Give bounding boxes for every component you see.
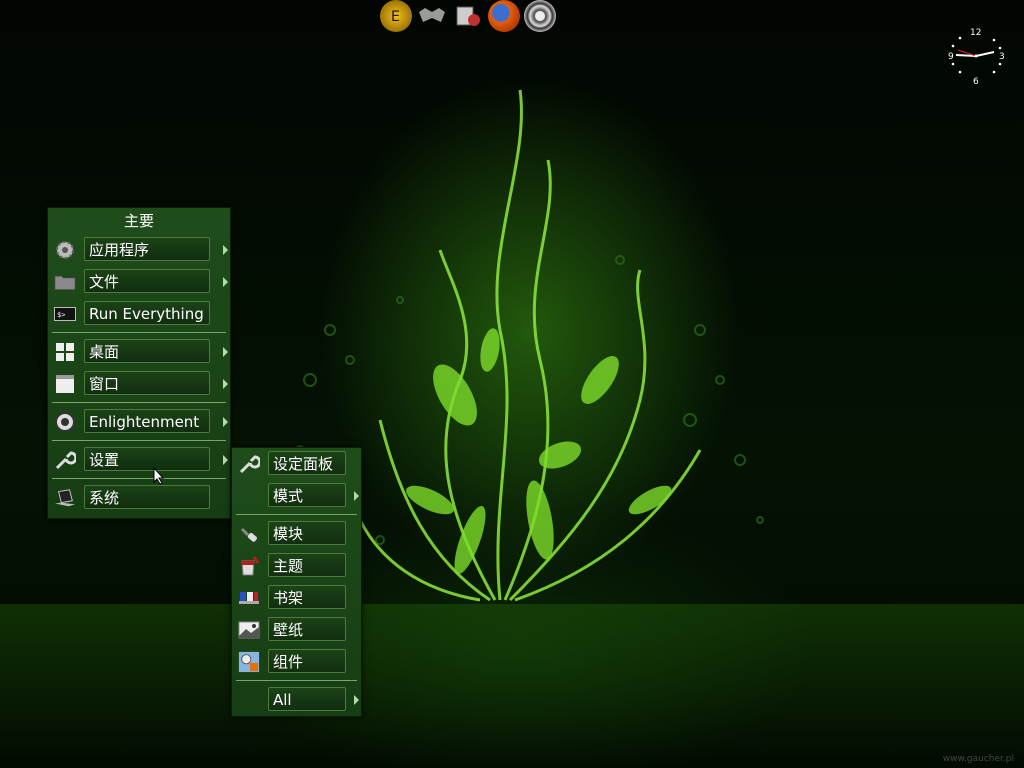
enlightenment-launcher-icon[interactable]: E bbox=[380, 0, 412, 32]
laptop-icon bbox=[54, 488, 76, 508]
menu-item-run-everything[interactable]: $> Run Everything bbox=[48, 298, 230, 330]
menu-item-label: 模式 bbox=[268, 483, 346, 507]
menu-item-label: 壁纸 bbox=[268, 617, 346, 641]
menu-item-themes[interactable]: 主题 bbox=[232, 550, 361, 582]
menu-item-label: All bbox=[268, 687, 346, 711]
menu-item-shelves[interactable]: 书架 bbox=[232, 582, 361, 614]
menu-item-label: 设定面板 bbox=[268, 451, 346, 475]
gadgets-icon bbox=[238, 651, 260, 673]
menu-item-label: Run Everything bbox=[84, 301, 210, 325]
menu-item-label: 主题 bbox=[268, 553, 346, 577]
menu-item-label: 组件 bbox=[268, 649, 346, 673]
menu-item-applications[interactable]: 应用程序 bbox=[48, 234, 230, 266]
menu-item-label: 应用程序 bbox=[84, 237, 210, 261]
wrench-icon bbox=[238, 454, 260, 474]
menu-item-wallpaper[interactable]: 壁纸 bbox=[232, 614, 361, 646]
menu-item-windows[interactable]: 窗口 bbox=[48, 368, 230, 400]
bat-launcher-icon[interactable] bbox=[416, 0, 448, 32]
menu-item-settings[interactable]: 设置 bbox=[48, 444, 230, 476]
analog-clock: 12 3 6 9 bbox=[948, 28, 1005, 84]
menu-item-profiles[interactable]: 模式 bbox=[232, 480, 361, 512]
firefox-launcher-icon[interactable] bbox=[488, 0, 520, 32]
menu-item-label: 系统 bbox=[84, 485, 210, 509]
submenu-arrow-icon bbox=[223, 379, 228, 389]
menu-item-label: 窗口 bbox=[84, 371, 210, 395]
menu-item-enlightenment[interactable]: Enlightenment bbox=[48, 406, 230, 438]
submenu-arrow-icon bbox=[223, 417, 228, 427]
window-icon bbox=[54, 374, 76, 394]
desktop-grid-icon bbox=[54, 342, 76, 362]
mouse-cursor-icon bbox=[153, 467, 165, 485]
wrench-icon bbox=[54, 450, 76, 470]
menu-item-label: 桌面 bbox=[84, 339, 210, 363]
clock-numeral-6: 6 bbox=[973, 77, 979, 84]
menu-item-label: Enlightenment bbox=[84, 409, 210, 433]
clock-numeral-12: 12 bbox=[970, 28, 981, 38]
submenu-arrow-icon bbox=[223, 245, 228, 255]
clock-numeral-3: 3 bbox=[999, 52, 1005, 62]
terminal-icon: $> bbox=[54, 304, 76, 324]
folder-icon bbox=[54, 272, 76, 292]
menu-item-files[interactable]: 文件 bbox=[48, 266, 230, 298]
gear-icon bbox=[54, 240, 76, 260]
menu-item-all[interactable]: All bbox=[232, 684, 361, 716]
menu-item-label: 模块 bbox=[268, 521, 346, 545]
menu-item-modules[interactable]: 模块 bbox=[232, 518, 361, 550]
menu-item-label: 设置 bbox=[84, 447, 210, 471]
svg-text:$>: $> bbox=[57, 311, 65, 319]
clock-numeral-9: 9 bbox=[948, 52, 954, 62]
menu-item-label: 文件 bbox=[84, 269, 210, 293]
settings-submenu: 设定面板 模式 模块 主题 书架 壁纸 组件 All bbox=[231, 447, 362, 717]
submenu-arrow-icon bbox=[354, 695, 359, 705]
plug-icon bbox=[238, 524, 260, 544]
main-menu: 主要 应用程序 文件 $> Run Everything 桌面 窗口 Enlig… bbox=[47, 207, 231, 519]
submenu-arrow-icon bbox=[223, 277, 228, 287]
submenu-arrow-icon bbox=[223, 347, 228, 357]
submenu-arrow-icon bbox=[223, 455, 228, 465]
shelf-icon bbox=[238, 588, 260, 608]
svg-text:E: E bbox=[391, 9, 400, 25]
menu-item-system[interactable]: 系统 bbox=[48, 482, 230, 514]
menu-item-label: 书架 bbox=[268, 585, 346, 609]
top-shelf: E bbox=[380, 0, 556, 34]
menu-item-gadgets[interactable]: 组件 bbox=[232, 646, 361, 678]
paint-bucket-icon bbox=[238, 556, 260, 576]
submenu-arrow-icon bbox=[354, 491, 359, 501]
main-menu-title: 主要 bbox=[123, 212, 154, 230]
enlightenment-icon bbox=[54, 412, 76, 432]
menu-item-settings-panel[interactable]: 设定面板 bbox=[232, 448, 361, 480]
power-launcher-icon[interactable] bbox=[524, 0, 556, 32]
file-manager-launcher-icon[interactable] bbox=[452, 0, 484, 32]
watermark-text: www.gaucher.pl bbox=[942, 754, 1014, 764]
menu-item-desktop[interactable]: 桌面 bbox=[48, 336, 230, 368]
wallpaper-icon bbox=[238, 620, 260, 640]
